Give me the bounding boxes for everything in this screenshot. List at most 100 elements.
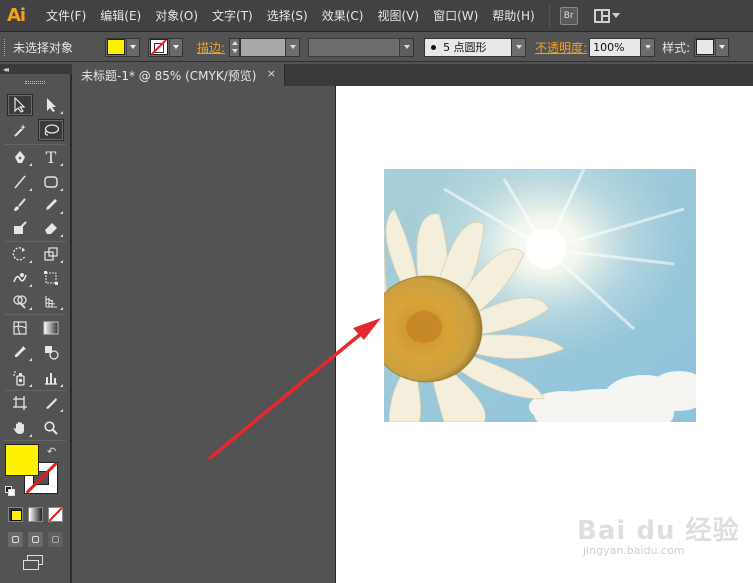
eyedropper-icon: [15, 346, 26, 357]
tools-panel: T ↶: [0, 74, 72, 583]
menu-effect[interactable]: 效果(C): [322, 7, 364, 24]
scale-tool[interactable]: [38, 243, 64, 265]
zoom-tool[interactable]: [38, 417, 64, 439]
blend-tool[interactable]: [38, 341, 64, 363]
gradient-tool[interactable]: [38, 317, 64, 339]
shape-builder-icon: [13, 295, 27, 309]
change-screen-mode-button[interactable]: [23, 555, 45, 571]
artboard-tool[interactable]: [7, 392, 33, 414]
menu-help[interactable]: 帮助(H): [492, 7, 534, 24]
blob-brush-tool[interactable]: [7, 217, 33, 239]
collapse-panel-icon[interactable]: ◂◂: [3, 65, 9, 74]
menu-edit[interactable]: 编辑(E): [100, 7, 141, 24]
selection-arrow-icon: [14, 97, 26, 113]
free-transform-tool[interactable]: [38, 267, 64, 289]
draw-inside-button[interactable]: [48, 532, 63, 547]
variable-width-dropdown[interactable]: [400, 37, 415, 57]
slice-icon: [46, 398, 57, 409]
menu-object[interactable]: 对象(O): [155, 7, 198, 24]
opacity-input[interactable]: 100%: [589, 37, 642, 57]
selection-tool[interactable]: [7, 94, 33, 116]
color-mode-button[interactable]: [8, 507, 23, 522]
mesh-tool[interactable]: [7, 317, 33, 339]
chevron-down-icon: [644, 45, 651, 49]
panel-grip[interactable]: [25, 81, 45, 84]
tools-panel-header[interactable]: [0, 64, 72, 74]
pencil-tool[interactable]: [38, 194, 64, 216]
fill-color-dropdown[interactable]: [105, 37, 141, 57]
mesh-icon: [13, 321, 27, 335]
draw-inside-icon: [52, 536, 59, 543]
stroke-color-dropdown[interactable]: [148, 37, 184, 57]
stroke-none-swatch: [150, 39, 169, 55]
chevron-down-icon: [173, 45, 180, 49]
fill-color-box[interactable]: [5, 444, 39, 476]
column-graph-icon: [45, 373, 57, 385]
menu-window[interactable]: 窗口(W): [433, 7, 478, 24]
document-tab[interactable]: 未标题-1* @ 85% (CMYK/预览) ×: [73, 64, 285, 86]
line-segment-tool[interactable]: [7, 171, 33, 193]
perspective-grid-tool[interactable]: [38, 290, 64, 312]
stepper-up-icon: [231, 40, 238, 45]
menu-view[interactable]: 视图(V): [377, 7, 419, 24]
placed-image-daisy[interactable]: [384, 169, 696, 422]
brush-definition-field[interactable]: 5 点圆形: [424, 37, 513, 57]
gradient-mode-button[interactable]: [28, 507, 43, 522]
panel-grip[interactable]: [4, 38, 8, 56]
variable-width-profile[interactable]: [308, 37, 401, 57]
menu-type[interactable]: 文字(T): [212, 7, 253, 24]
gradient-icon: [43, 321, 59, 335]
opacity-label[interactable]: 不透明度:: [535, 39, 587, 56]
direct-selection-tool[interactable]: [38, 94, 64, 116]
arrange-documents-button[interactable]: [593, 8, 620, 23]
draw-normal-button[interactable]: [8, 532, 23, 547]
pen-tool[interactable]: [7, 146, 33, 168]
artboard-icon: [13, 396, 27, 410]
hand-tool[interactable]: [7, 417, 33, 439]
menu-bar: Ai 文件(F) 编辑(E) 对象(O) 文字(T) 选择(S) 效果(C) 视…: [0, 0, 753, 32]
magic-wand-tool[interactable]: [7, 119, 33, 141]
fill-swatch: [107, 39, 126, 55]
stroke-weight-stepper[interactable]: [229, 37, 241, 57]
warp-icon: [13, 273, 27, 283]
zoom-icon: [44, 421, 58, 435]
chevron-down-icon: [130, 45, 137, 49]
warp-tool[interactable]: [7, 267, 33, 289]
close-icon[interactable]: ×: [267, 67, 276, 80]
stroke-weight-dropdown[interactable]: [286, 37, 301, 57]
shape-builder-tool[interactable]: [7, 290, 33, 312]
menu-select[interactable]: 选择(S): [267, 7, 308, 24]
type-tool[interactable]: T: [38, 146, 64, 168]
eraser-tool[interactable]: [38, 217, 64, 239]
control-bar: 未选择对象 描边: 5 点圆形 不透明度: 100% 样式:: [0, 33, 753, 62]
rounded-rectangle-tool[interactable]: [38, 171, 64, 193]
document-tab-bar: 未标题-1* @ 85% (CMYK/预览) ×: [73, 64, 753, 86]
direct-selection-icon: [47, 98, 56, 112]
stroke-label[interactable]: 描边:: [197, 39, 225, 56]
style-swatch: [696, 39, 715, 55]
none-mode-button[interactable]: [48, 507, 63, 522]
stroke-weight-input[interactable]: [240, 37, 287, 57]
eyedropper-tool[interactable]: [7, 341, 33, 363]
swap-fill-stroke-icon[interactable]: ↶: [47, 445, 56, 458]
graphic-style-dropdown[interactable]: [694, 37, 730, 57]
paintbrush-tool[interactable]: [7, 194, 33, 216]
slice-tool[interactable]: [38, 392, 64, 414]
magic-wand-icon: [14, 124, 26, 137]
brush-definition-dropdown[interactable]: [512, 37, 527, 57]
lasso-tool[interactable]: [38, 119, 64, 141]
default-fill-stroke-icon[interactable]: [5, 486, 16, 497]
column-graph-tool[interactable]: [38, 367, 64, 389]
bridge-button[interactable]: Br: [559, 6, 578, 25]
draw-behind-button[interactable]: [28, 532, 43, 547]
draw-behind-icon: [32, 536, 39, 543]
type-icon: T: [45, 147, 57, 167]
draw-normal-icon: [12, 536, 19, 543]
symbol-sprayer-icon: [13, 371, 25, 386]
lasso-icon: [44, 124, 60, 136]
opacity-dropdown[interactable]: [641, 37, 656, 57]
rotate-tool[interactable]: [7, 243, 33, 265]
menu-file[interactable]: 文件(F): [46, 7, 86, 24]
symbol-sprayer-tool[interactable]: [7, 367, 33, 389]
line-icon: [14, 175, 26, 189]
